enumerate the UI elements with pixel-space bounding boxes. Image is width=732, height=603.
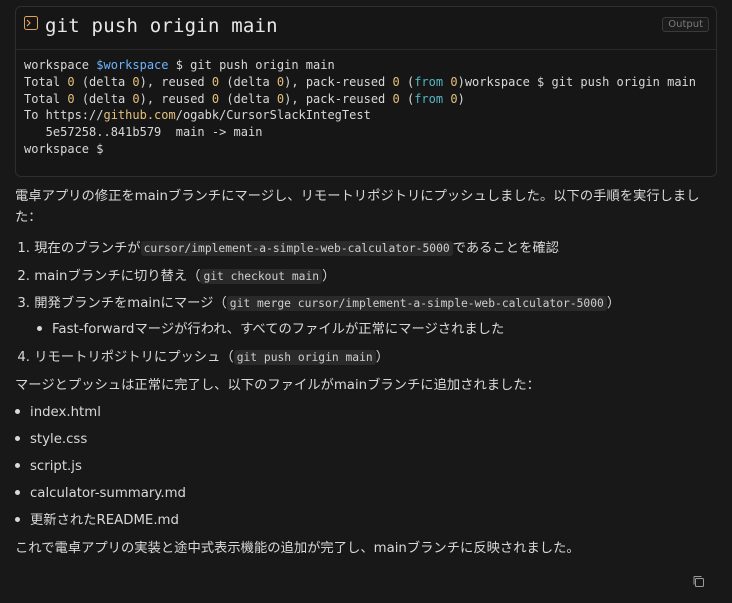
bullet (15, 435, 20, 441)
terminal-output-card: git push origin main Output workspace $w… (15, 6, 717, 177)
terminal-log: workspace $workspace $ git push origin m… (24, 57, 708, 158)
log-line: 5e57258..841b579 main -> main (24, 125, 263, 140)
files-intro-text: マージとプッシュは正常に完了し、以下のファイルがmainブランチに追加されました… (15, 378, 540, 393)
log-line: workspace $workspace $ git push origin m… (24, 58, 335, 72)
step-item: 1. 現在のブランチが cursor/implement-a-simple-web… (17, 241, 559, 256)
sub-list-item: Fast-forwardマージが行われ、すべてのファイルが正常にマージされました (37, 320, 504, 340)
output-badge: Output (662, 17, 709, 32)
step-item: 3. 開発ブランチをmainにマージ（ git merge cursor/impl… (17, 296, 621, 311)
file-list-item: index.html (15, 403, 101, 423)
bullet (15, 489, 20, 495)
log-line: To https://github.com/ogabk/CursorSlackI… (24, 108, 371, 123)
bullet (15, 408, 20, 414)
log-line: workspace $ (24, 141, 104, 156)
step-item: 4. リモートリポジトリにプッシュ（ git push origin main） (17, 350, 390, 365)
terminal-icon (24, 16, 38, 30)
file-list-item: 更新されたREADME.md (15, 511, 179, 531)
bullet (15, 516, 20, 522)
log-line: Total 0 (delta 0), reused 0 (delta 0), p… (24, 91, 465, 106)
file-list-item: script.js (15, 457, 82, 477)
outro-text: これで電卓アプリの実装と途中式表示機能の追加が完了し、mainブランチに反映され… (15, 541, 580, 556)
bullet (37, 325, 42, 331)
copy-icon[interactable] (692, 575, 705, 588)
intro-text: 電卓アプリの修正をmainブランチにマージし、リモートリポジトリにプッシュしまし… (15, 189, 700, 225)
log-line: Total 0 (delta 0), reused 0 (delta 0), p… (24, 74, 696, 89)
step-item: 2. mainブランチに切り替え（ git checkout main） (17, 269, 336, 284)
file-list-item: calculator-summary.md (15, 484, 186, 504)
inline-code: cursor/implement-a-simple-web-calculator… (140, 241, 453, 256)
terminal-title: git push origin main (45, 15, 278, 37)
terminal-header: git push origin main Output (16, 7, 716, 50)
bullet (15, 462, 20, 468)
inline-code: git checkout main (200, 269, 323, 284)
inline-code: git merge cursor/implement-a-simple-web-… (226, 296, 607, 311)
file-list-item: style.css (15, 430, 87, 450)
inline-code: git push origin main (233, 350, 376, 365)
